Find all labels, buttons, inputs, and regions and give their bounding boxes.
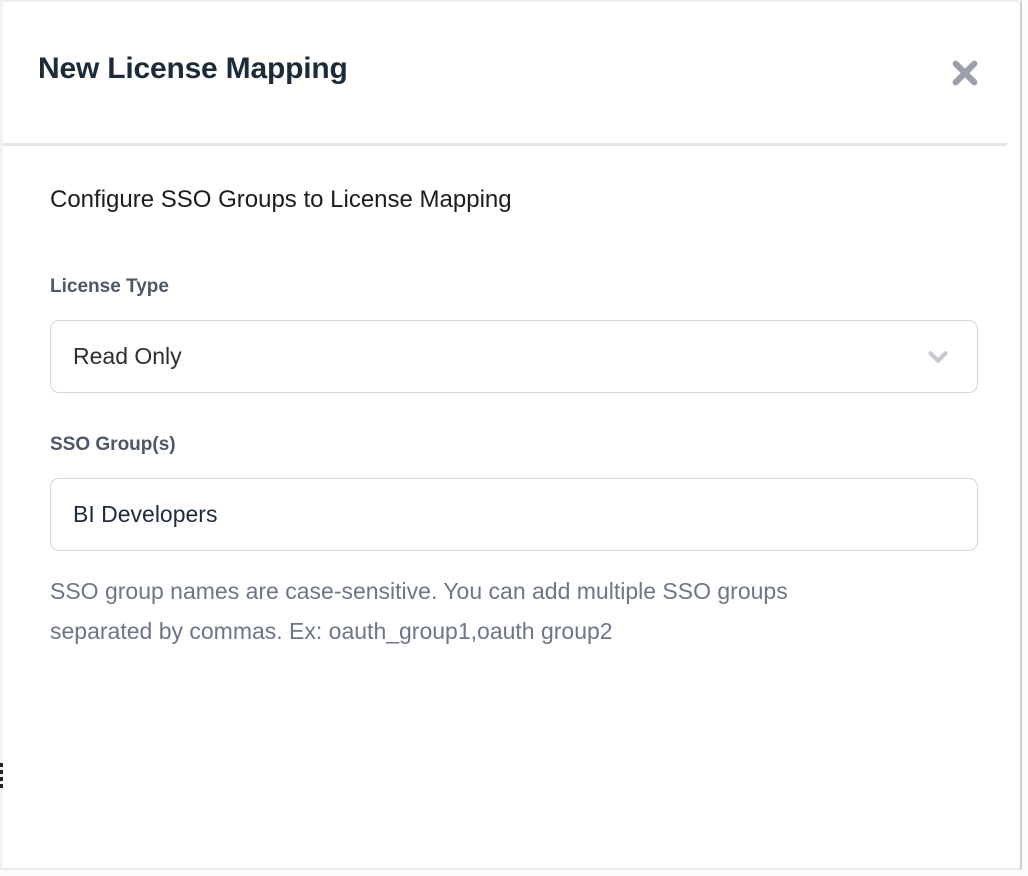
x-icon [949,57,981,89]
background-list-icon-dash [0,784,3,788]
background-list-icon-dash [0,763,3,767]
dialog-title: New License Mapping [38,52,348,86]
background-list-icon [0,763,3,791]
page-background: New License Mapping Configure SSO Groups… [0,0,1028,876]
sso-groups-input[interactable] [50,478,978,551]
license-type-selected-value: Read Only [73,343,923,370]
new-license-mapping-dialog: New License Mapping Configure SSO Groups… [0,0,1022,870]
help-line-1: SSO group names are case-sensitive. You … [50,571,930,611]
chevron-down-icon [923,342,953,372]
license-type-label: License Type [50,276,976,298]
license-type-select[interactable]: Read Only [50,320,978,393]
sso-groups-label: SSO Group(s) [50,434,976,456]
help-line-2: separated by commas. Ex: oauth_group1,oa… [50,611,930,651]
close-button[interactable] [946,54,984,92]
sso-groups-help-text: SSO group names are case-sensitive. You … [50,571,930,651]
dialog-body: Configure SSO Groups to License Mapping … [3,146,1020,868]
dialog-header: New License Mapping [3,2,1020,143]
background-list-icon-dash [0,770,3,774]
background-list-icon-dash [0,777,3,781]
section-heading: Configure SSO Groups to License Mapping [50,186,976,214]
